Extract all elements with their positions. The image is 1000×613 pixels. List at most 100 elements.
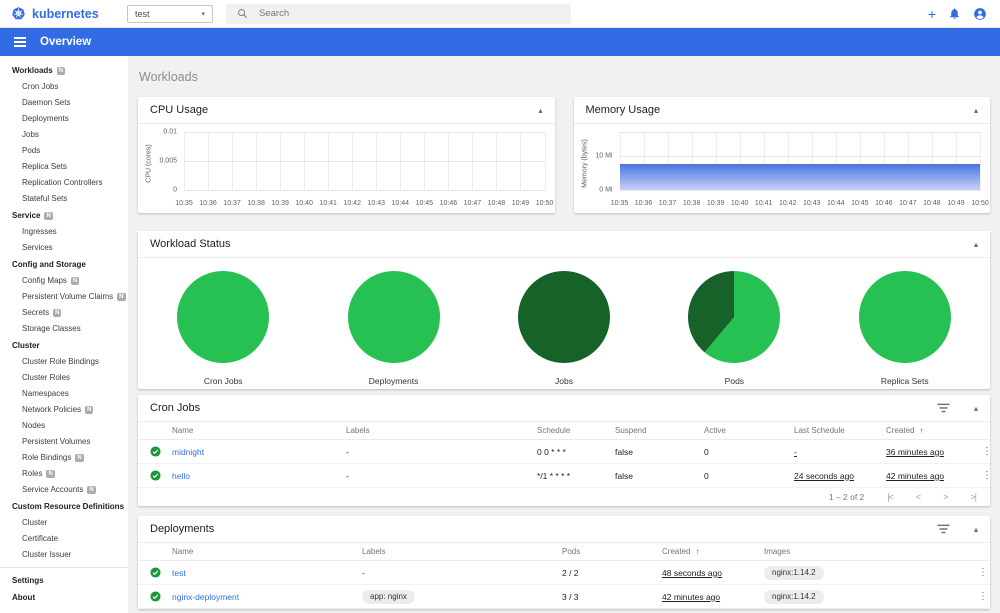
sidebar-item-label: Cluster [12, 340, 40, 350]
gridline [232, 132, 234, 190]
sidebar-item[interactable]: Replication Controllers N [0, 175, 128, 191]
filter-icon[interactable] [937, 403, 950, 413]
collapse-icon[interactable]: ▴ [974, 404, 978, 413]
notifications-bell-icon[interactable] [948, 7, 961, 20]
gridline [619, 132, 980, 133]
sidebar-item[interactable]: Storage Classes N [0, 321, 128, 337]
last-page-icon[interactable]: >| [970, 492, 977, 502]
sidebar-item[interactable]: Nodes N [0, 418, 128, 434]
sidebar-item[interactable]: About N [0, 589, 128, 606]
first-page-icon[interactable]: |< [887, 492, 894, 502]
cron-job-last-schedule: 24 seconds ago [794, 470, 855, 481]
sidebar-item[interactable]: Daemon Sets N [0, 95, 128, 111]
namespaced-badge: N [70, 277, 80, 285]
sidebar-item[interactable]: Cluster N [0, 337, 128, 354]
sidebar-item[interactable]: Deployments N [0, 111, 128, 127]
sidebar-item[interactable]: Secrets N [0, 305, 128, 321]
sidebar-item[interactable]: Persistent Volumes N [0, 434, 128, 450]
deployment-name-link[interactable]: nginx-deployment [172, 592, 362, 602]
gridline [280, 132, 282, 190]
kubernetes-logo[interactable]: kubernetes [0, 5, 127, 22]
row-menu-kebab-icon[interactable]: ⋮ [978, 446, 996, 457]
gridline [619, 190, 980, 191]
sidebar-item[interactable]: Service Accounts N [0, 482, 128, 498]
row-menu-kebab-icon[interactable]: ⋮ [978, 470, 996, 481]
sidebar-item[interactable]: Cron Jobs N [0, 79, 128, 95]
sidebar-item-label: Replication Controllers [22, 178, 103, 187]
namespaced-badge: N [87, 486, 96, 494]
sidebar-item[interactable]: Persistent Volume Claims N [0, 289, 128, 305]
sidebar-item[interactable]: Role Bindings N [0, 450, 128, 466]
sidebar-item[interactable]: Service N [0, 207, 128, 224]
row-menu-kebab-icon[interactable]: ⋮ [974, 567, 992, 578]
create-resource-button[interactable]: + [928, 7, 936, 21]
x-tick-label: 10:38 [247, 200, 265, 207]
previous-page-icon[interactable]: < [916, 492, 921, 502]
x-tick-label: 10:35 [175, 200, 193, 207]
filter-icon[interactable] [937, 524, 950, 534]
x-tick-label: 10:37 [658, 200, 677, 207]
sidebar-item[interactable]: Cluster Role Bindings N [0, 354, 128, 370]
y-tick-label: 0 [173, 186, 177, 194]
namespace-selector[interactable]: test ▾ [127, 4, 213, 23]
y-tick-label: 0 Mi [599, 186, 613, 194]
row-menu-kebab-icon[interactable]: ⋮ [974, 591, 992, 602]
gridline [352, 132, 354, 190]
workload-status-title: Workload Status [150, 238, 231, 250]
sidebar-item-label: Deployments [22, 114, 69, 123]
x-tick-label: 10:50 [535, 200, 554, 207]
deployment-name-link[interactable]: test [172, 568, 362, 578]
search-icon [238, 9, 247, 18]
sidebar-item[interactable]: Config and Storage N [0, 256, 128, 273]
sidebar-item[interactable]: Network Policies N [0, 402, 128, 418]
sidebar-item[interactable]: Certificate N [0, 531, 128, 547]
deployment-labels: app: nginx app: nginx [362, 589, 562, 604]
sidebar-item[interactable]: Stateful Sets N [0, 191, 128, 207]
x-tick-label: 10:48 [487, 200, 506, 207]
x-tick-label: 10:36 [634, 200, 653, 207]
x-tick-label: 10:46 [875, 200, 893, 207]
col-created-sort[interactable]: Created ↑ [662, 547, 764, 556]
x-tick-label: 10:39 [706, 200, 725, 207]
pagination: 1 – 2 of 2 |< < > >| [138, 488, 990, 506]
sidebar-item-label: About [12, 592, 36, 602]
search-input[interactable] [259, 8, 560, 19]
sidebar-item[interactable]: Ingresses N [0, 224, 128, 240]
image-chip: nginx:1.14.2 [764, 589, 824, 604]
col-created-sort[interactable]: Created ↑ [886, 426, 978, 435]
deployment-created: 48 seconds ago [662, 567, 723, 578]
sidebar-item[interactable]: Cluster N [0, 515, 128, 531]
sidebar-item[interactable]: Settings N [0, 572, 128, 589]
cron-job-name-link[interactable]: hello [172, 471, 346, 481]
menu-hamburger-icon[interactable] [10, 33, 30, 51]
sidebar-item[interactable]: Pods N [0, 143, 128, 159]
workload-pies: Cron Jobs Deployments Jobs Pods Replica Sets [138, 258, 990, 386]
collapse-icon[interactable]: ▴ [974, 525, 978, 534]
cron-job-active: 0 [704, 446, 709, 457]
cron-job-name-link[interactable]: midnight [172, 447, 346, 457]
sidebar-item[interactable]: Services N [0, 240, 128, 256]
sidebar-item[interactable]: Cluster Issuer N [0, 547, 128, 563]
sidebar-item[interactable]: Config Maps N [0, 273, 128, 289]
sidebar-item[interactable]: Replica Sets N [0, 159, 128, 175]
cron-jobs-card: Cron Jobs ▴ Name Labels Schedule Suspend… [138, 395, 992, 506]
collapse-icon[interactable]: ▴ [974, 106, 978, 115]
col-schedule: Schedule [537, 426, 571, 435]
sidebar-item[interactable]: Namespaces N [0, 386, 128, 402]
sidebar-item[interactable]: Custom Resource Definitions N [0, 498, 128, 515]
deployment-images: nginx:1.14.2 [764, 589, 974, 604]
next-page-icon[interactable]: > [943, 492, 948, 502]
gridline [184, 132, 545, 133]
pie-label: Replica Sets [880, 376, 929, 386]
sidebar-item[interactable]: Jobs N [0, 127, 128, 143]
sidebar-item[interactable]: Roles N [0, 466, 128, 482]
user-account-icon[interactable] [973, 7, 987, 21]
x-tick-label: 10:42 [343, 200, 361, 207]
search-bar[interactable] [226, 3, 571, 24]
collapse-icon[interactable]: ▴ [538, 106, 542, 115]
cron-job-created: 36 minutes ago [886, 446, 945, 457]
sidebar-item[interactable]: Cluster Roles N [0, 370, 128, 386]
pie-deployments: Deployments [347, 271, 440, 386]
collapse-icon[interactable]: ▴ [974, 240, 978, 249]
sidebar-item[interactable]: Workloads N [0, 62, 128, 79]
